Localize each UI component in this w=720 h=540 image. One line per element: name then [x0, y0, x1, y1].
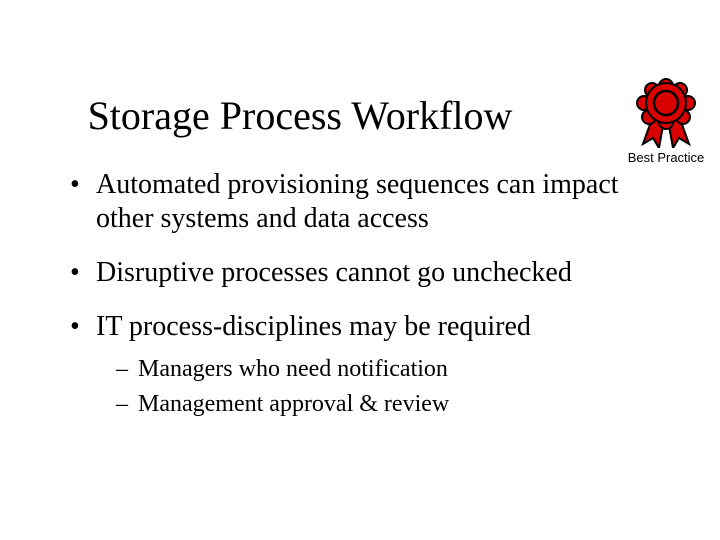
slide: Storage Process Workflow: [0, 0, 720, 540]
sub-bullet-text: Managers who need notification: [138, 356, 448, 382]
sub-bullet-item: Management approval & review: [116, 390, 660, 419]
badge-label: Best Practice: [626, 150, 706, 165]
bullet-text: Disruptive processes cannot go unchecked: [96, 257, 572, 288]
sub-bullet-list: Managers who need notification Managemen…: [96, 355, 660, 420]
bullet-text: IT process-disciplines may be required: [96, 311, 531, 342]
sub-bullet-text: Management approval & review: [138, 391, 449, 417]
slide-title: Storage Process Workflow: [0, 92, 600, 139]
bullet-list: Automated provisioning sequences can imp…: [68, 168, 660, 419]
bullet-item: IT process-disciplines may be required M…: [68, 310, 660, 419]
sub-bullet-item: Managers who need notification: [116, 355, 660, 384]
award-ribbon-icon: [626, 78, 706, 148]
bullet-item: Automated provisioning sequences can imp…: [68, 168, 660, 236]
slide-body: Automated provisioning sequences can imp…: [68, 168, 660, 439]
bullet-text: Automated provisioning sequences can imp…: [96, 169, 619, 234]
bullet-item: Disruptive processes cannot go unchecked: [68, 256, 660, 290]
